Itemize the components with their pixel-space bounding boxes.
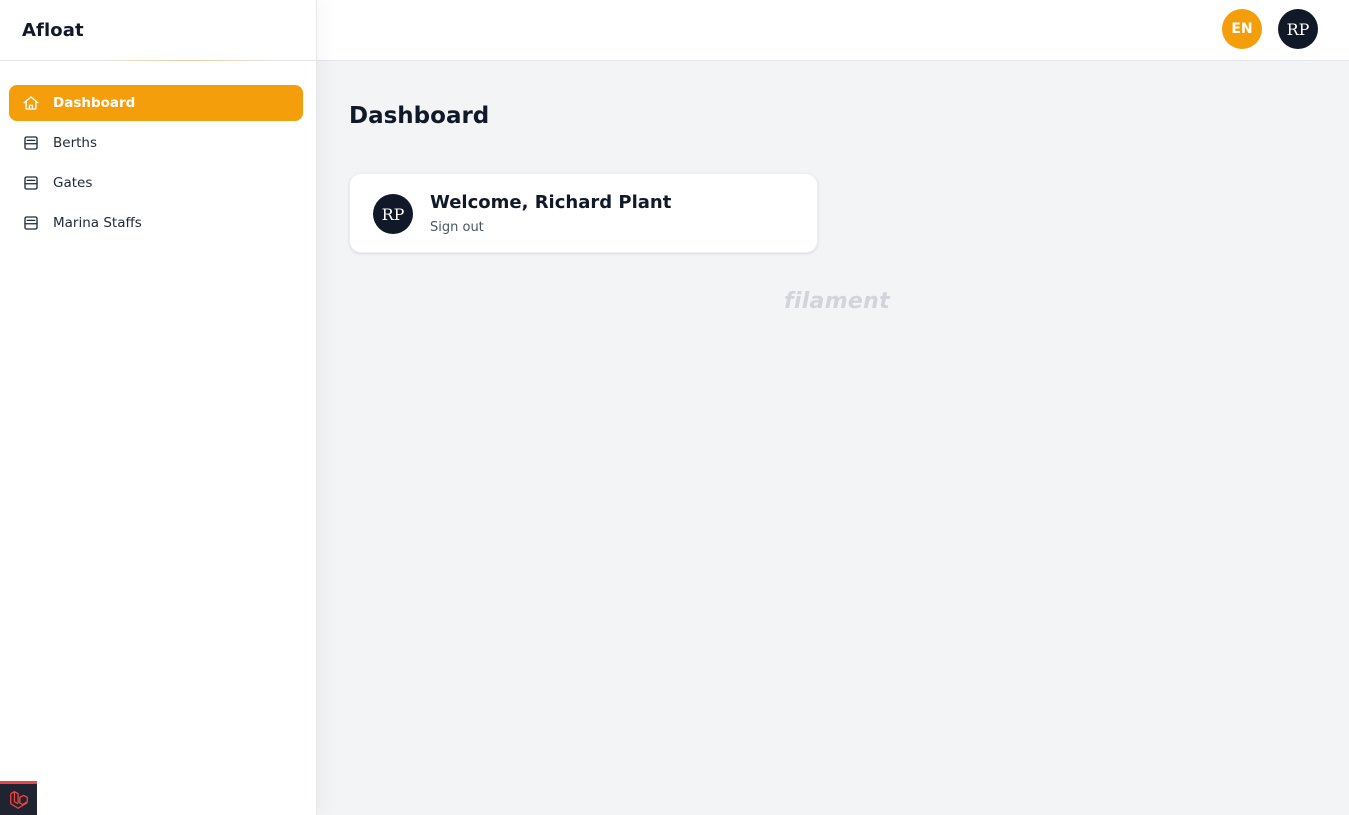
app-root: Afloat Dashboard Berths Gates Marina Sta…	[0, 0, 1349, 815]
filament-logo[interactable]: filament	[784, 289, 890, 314]
inbox-icon	[22, 174, 40, 192]
topbar: EN RP	[317, 0, 1349, 61]
sidebar-item-label: Gates	[53, 175, 93, 191]
inbox-icon	[22, 214, 40, 232]
sidebar-item-dashboard[interactable]: Dashboard	[9, 85, 303, 121]
sidebar-item-label: Marina Staffs	[53, 215, 142, 231]
page-title: Dashboard	[349, 103, 490, 129]
sidebar-nav: Dashboard Berths Gates Marina Staffs	[0, 61, 316, 241]
sidebar-item-label: Berths	[53, 135, 98, 151]
sign-out-link[interactable]: Sign out	[430, 220, 484, 235]
avatar: RP	[373, 194, 413, 234]
main-content: Dashboard RP Welcome, Richard Plant Sign…	[317, 61, 1349, 815]
user-menu-avatar[interactable]: RP	[1278, 9, 1318, 49]
welcome-widget: RP Welcome, Richard Plant Sign out	[349, 173, 818, 253]
sidebar-item-gates[interactable]: Gates	[9, 165, 303, 201]
sidebar-header: Afloat	[0, 0, 316, 61]
sidebar-item-marina-staffs[interactable]: Marina Staffs	[9, 205, 303, 241]
sidebar-item-label: Dashboard	[53, 95, 136, 111]
laravel-logo-icon	[9, 790, 28, 809]
home-icon	[22, 94, 40, 112]
inbox-icon	[22, 134, 40, 152]
sidebar: Afloat Dashboard Berths Gates Marina Sta…	[0, 0, 317, 815]
brand-name[interactable]: Afloat	[22, 20, 84, 41]
language-switcher-button[interactable]: EN	[1222, 9, 1262, 49]
welcome-heading: Welcome, Richard Plant	[430, 192, 672, 213]
sidebar-item-berths[interactable]: Berths	[9, 125, 303, 161]
debugbar-toggle[interactable]	[0, 781, 37, 815]
